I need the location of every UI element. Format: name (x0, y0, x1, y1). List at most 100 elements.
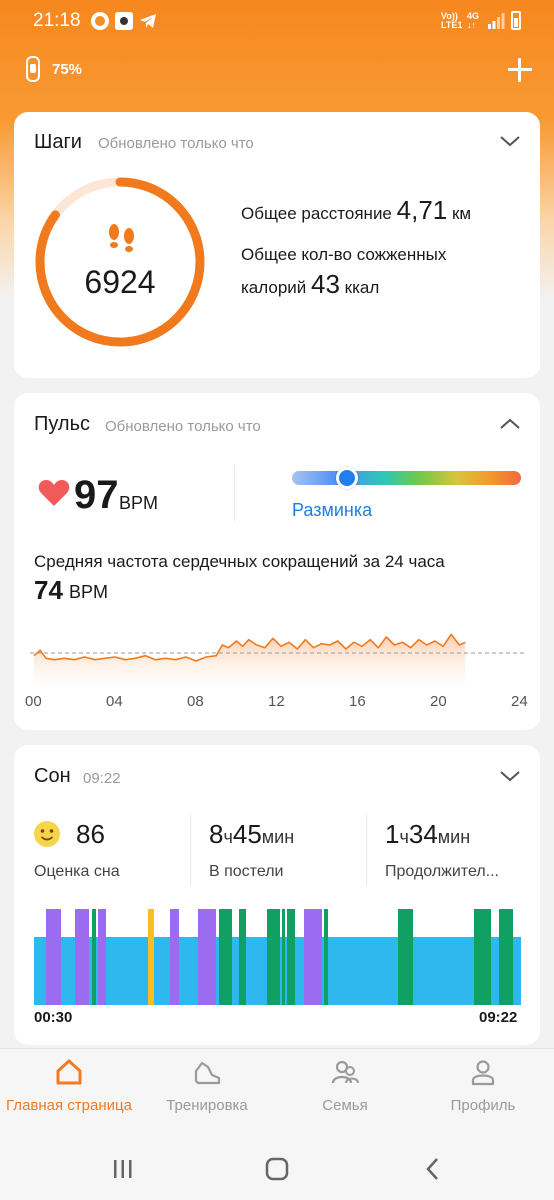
lte-label: LTE1 (441, 20, 463, 30)
minutes-unit: мин (437, 827, 471, 847)
data-arrows: ↓↑ (467, 20, 476, 30)
duration-label: Продолжител... (385, 863, 499, 880)
sleep-score: 86 (76, 819, 105, 849)
family-icon (331, 1060, 359, 1084)
heart-zone-label[interactable]: Разминка (292, 500, 372, 521)
current-heart-rate-unit: BPM (119, 493, 159, 513)
recorder-icon (91, 12, 109, 30)
duration-hours: 1 (385, 819, 400, 849)
home-button-icon[interactable] (264, 1156, 290, 1182)
sleep-start-time: 00:30 (34, 1009, 73, 1026)
status-bar: 21:18 Vo)) LTE1 4G ↓↑ (0, 0, 554, 44)
distance-value: 4,71 (396, 195, 448, 225)
nav-profile[interactable]: Профиль (414, 1049, 552, 1137)
nav-home[interactable]: Главная страница (0, 1049, 138, 1137)
heart-zone-indicator (335, 467, 358, 489)
in-bed-label: В постели (209, 863, 284, 880)
steps-title: Шаги (34, 131, 82, 153)
sleep-stage-deep (474, 909, 491, 1005)
nav-workout[interactable]: Тренировка (138, 1049, 276, 1137)
smiley-icon (34, 821, 60, 847)
calories-unit: ккал (344, 278, 380, 297)
sleep-stage-deep (324, 909, 328, 1005)
avg-hr-unit: BPM (69, 582, 109, 602)
sleep-stage-deep (499, 909, 513, 1005)
avg-hr-label: Средняя частота сердечных сокращений за … (34, 552, 445, 571)
steps-progress-ring (35, 177, 205, 347)
duration-minutes: 34 (408, 819, 438, 849)
x-tick-label: 16 (349, 693, 366, 710)
nav-profile-label: Профиль (450, 1097, 516, 1114)
sleep-time: 09:22 (83, 770, 121, 787)
telegram-icon (140, 14, 156, 28)
system-nav-bar (0, 1136, 554, 1200)
divider (366, 815, 367, 885)
app-notification-icon (115, 12, 133, 30)
sleep-title: Сон (34, 765, 71, 787)
minutes-unit: мин (261, 827, 295, 847)
nav-workout-label: Тренировка (166, 1097, 248, 1114)
sleep-stage-deep (219, 909, 232, 1005)
sleep-stage-awake (46, 909, 61, 1005)
x-tick-label: 04 (106, 693, 123, 710)
steps-count: 6924 (84, 264, 156, 300)
calories-label-line2: калорий (241, 278, 307, 297)
calories-label-line1: Общее кол-во сожженных (241, 245, 447, 264)
battery-icon (511, 11, 521, 30)
sleep-stage-deep (92, 909, 96, 1005)
device-battery-level: 75% (52, 61, 83, 78)
distance-label: Общее расстояние (241, 204, 392, 223)
nav-home-label: Главная страница (6, 1097, 132, 1114)
x-tick-label: 24 (511, 693, 528, 710)
calories-row: калорий 43 ккал (241, 269, 379, 300)
sleep-stage-deep (282, 909, 285, 1005)
nav-family[interactable]: Семья (276, 1049, 414, 1137)
current-heart-rate: 97 (74, 473, 119, 517)
data-type: 4G ↓↑ (467, 12, 479, 30)
steps-updated: Обновлено только что (98, 135, 254, 152)
in-bed-hours: 8 (209, 819, 224, 849)
sneaker-icon (194, 1061, 221, 1085)
band-device-icon[interactable] (26, 56, 40, 82)
sleep-stage-awake (198, 909, 216, 1005)
x-tick-label: 08 (187, 693, 204, 710)
network-type: Vo)) LTE1 (441, 12, 462, 30)
recent-apps-icon[interactable] (110, 1156, 136, 1182)
distance-row: Общее расстояние 4,71 км (241, 195, 471, 226)
sleep-stage-rem (148, 909, 154, 1005)
pulse-updated: Обновлено только что (105, 418, 261, 435)
sleep-stage-deep (267, 909, 280, 1005)
steps-card[interactable]: Шаги Обновлено только что 6924 Общее рас… (14, 112, 540, 378)
avg-hr-value: 74 (34, 575, 63, 605)
x-tick-label: 00 (25, 693, 42, 710)
nav-family-label: Семья (322, 1097, 368, 1114)
profile-icon (471, 1060, 495, 1086)
in-bed-minutes: 45 (232, 819, 262, 849)
sleep-stage-awake (98, 909, 106, 1005)
x-tick-label: 12 (268, 693, 285, 710)
chevron-down-icon[interactable] (499, 134, 521, 148)
hours-unit: ч (223, 827, 233, 847)
sleep-score-label: Оценка сна (34, 863, 120, 880)
heart-icon (38, 480, 70, 506)
sleep-stage-deep (239, 909, 246, 1005)
sleep-duration: 1ч34мин (385, 819, 470, 850)
heart-rate-chart[interactable] (30, 605, 524, 685)
chevron-up-icon[interactable] (499, 417, 521, 431)
sleep-stage-awake (170, 909, 179, 1005)
signal-icon (488, 13, 505, 29)
hours-unit: ч (399, 827, 409, 847)
sleep-stage-awake (304, 909, 322, 1005)
x-tick-label: 20 (430, 693, 447, 710)
add-button[interactable] (506, 56, 534, 84)
footsteps-icon (109, 224, 134, 252)
back-icon[interactable] (420, 1156, 446, 1182)
sleep-stage-deep (287, 909, 295, 1005)
heart-zone-bar (292, 471, 521, 485)
chevron-down-icon[interactable] (499, 769, 521, 783)
sleep-stages-chart[interactable] (34, 907, 521, 1007)
sleep-card[interactable]: Сон 09:22 86 Оценка сна 8ч45мин В постел… (14, 745, 540, 1045)
pulse-card[interactable]: Пульс Обновлено только что 97 BPM Размин… (14, 393, 540, 730)
sleep-stage-awake (75, 909, 89, 1005)
pulse-title: Пульс (34, 413, 91, 435)
